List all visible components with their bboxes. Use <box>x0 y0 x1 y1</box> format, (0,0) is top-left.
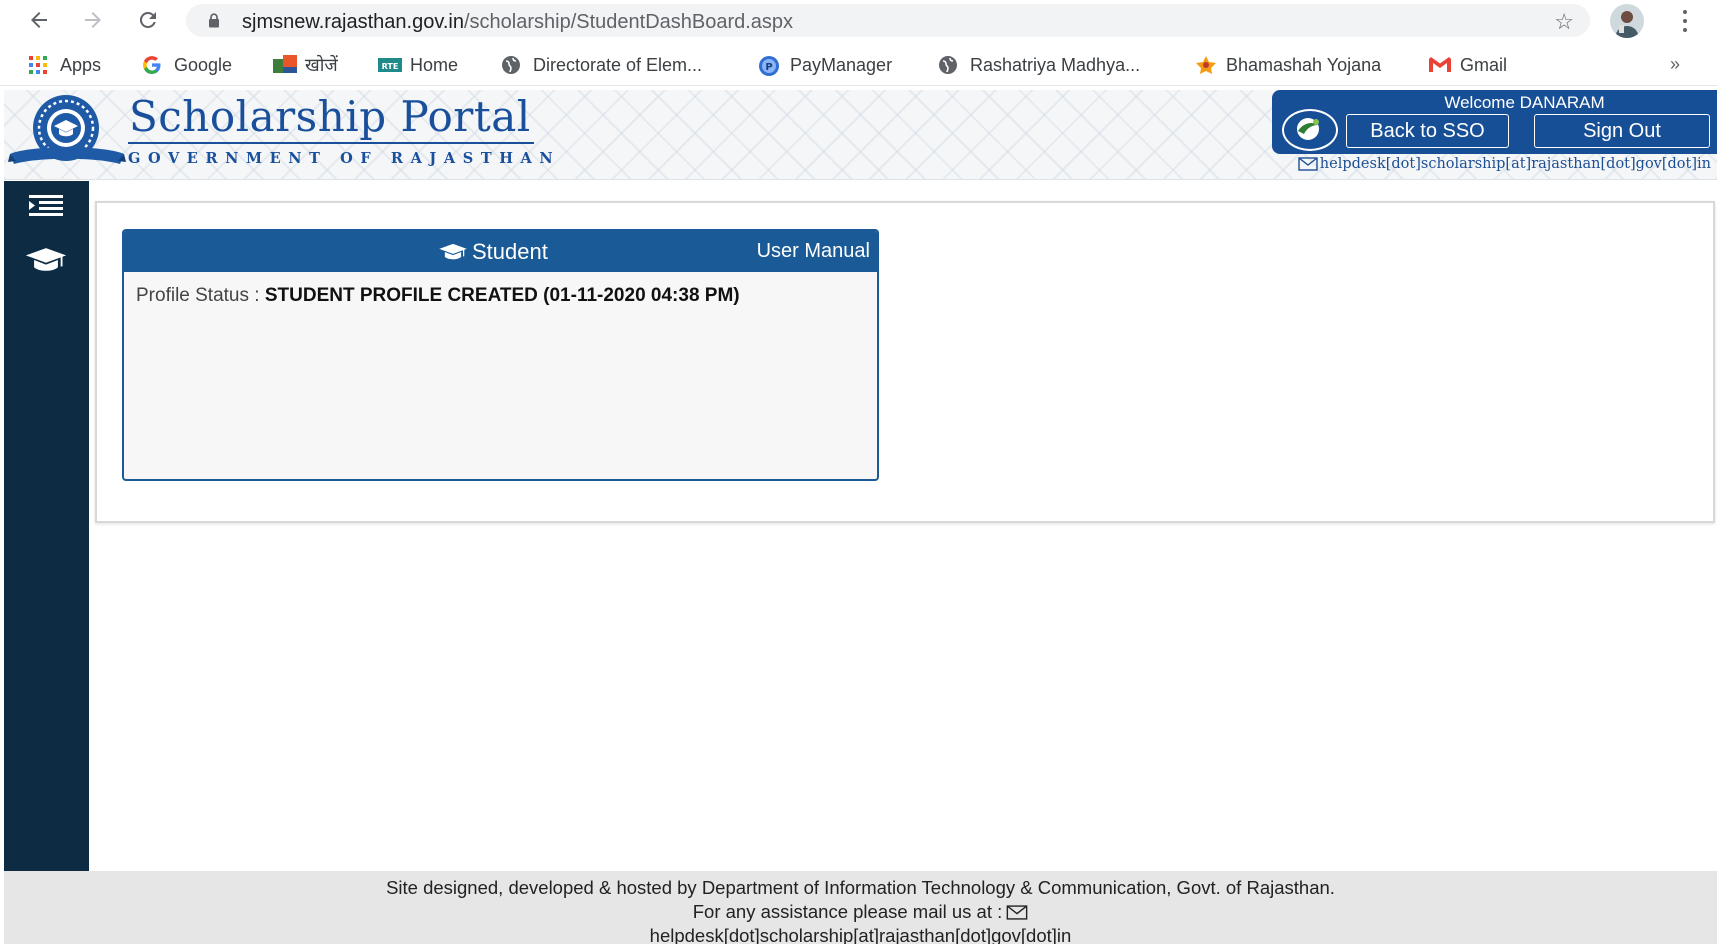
bookmark-khojen[interactable]: खोजें <box>273 53 338 77</box>
bookmark-bhamashah[interactable]: Bhamashah Yojana <box>1194 53 1381 77</box>
svg-text:RTE: RTE <box>382 62 399 71</box>
url-text[interactable]: sjmsnew.rajasthan.gov.in/scholarship/Stu… <box>242 11 793 34</box>
bookmark-label: Rashatriya Madhya... <box>970 54 1141 75</box>
footer-helpdesk-email[interactable]: helpdesk[dot]scholarship[at]rajasthan[do… <box>4 924 1717 944</box>
bookmark-label: Directorate of Elem... <box>533 54 703 75</box>
bookmark-apps[interactable]: Apps <box>28 53 101 77</box>
sidebar <box>4 181 89 871</box>
bookmark-label: Google <box>174 54 233 75</box>
bookmark-label: खोजें <box>305 55 338 75</box>
bookmark-home[interactable]: RTE Home <box>378 53 458 77</box>
profile-status-value: STUDENT PROFILE CREATED (01-11-2020 04:3… <box>264 285 740 306</box>
student-card-title: Student <box>438 239 548 265</box>
google-g-icon <box>142 55 162 75</box>
helpdesk-email-text[interactable]: helpdesk[dot]scholarship[at]rajasthan[do… <box>1320 156 1711 172</box>
rte-icon: RTE <box>378 55 402 75</box>
reload-icon[interactable] <box>133 6 163 34</box>
student-card: Student User Manual Profile Status : STU… <box>122 229 879 481</box>
graduation-cap-icon[interactable] <box>24 245 68 275</box>
address-bar[interactable]: sjmsnew.rajasthan.gov.in/scholarship/Stu… <box>186 4 1590 37</box>
bookmark-rashatriya[interactable]: Rashatriya Madhya... <box>938 53 1140 77</box>
back-arrow-icon[interactable] <box>24 6 54 34</box>
user-panel: Welcome DANARAM Back to SSO Sign Out <box>1272 90 1717 154</box>
bookmarks-overflow-icon[interactable]: » <box>1670 54 1680 75</box>
browser-menu-icon[interactable] <box>1675 8 1695 34</box>
back-to-sso-button[interactable]: Back to SSO <box>1346 114 1509 148</box>
bookmark-star-icon[interactable]: ☆ <box>1554 9 1574 35</box>
forward-arrow-icon[interactable] <box>78 6 108 34</box>
profile-status-label: Profile Status : <box>136 285 265 306</box>
footer-assistance: For any assistance please mail us at : <box>693 900 1029 924</box>
bookmark-directorate[interactable]: Directorate of Elem... <box>501 53 702 77</box>
footer-assistance-text: For any assistance please mail us at : <box>692 901 1003 922</box>
browser-toolbar: sjmsnew.rajasthan.gov.in/scholarship/Stu… <box>0 0 1717 40</box>
profile-status: Profile Status : STUDENT PROFILE CREATED… <box>136 285 740 307</box>
footer-credit: Site designed, developed & hosted by Dep… <box>386 877 1335 898</box>
bookmark-label: PayManager <box>790 54 893 75</box>
welcome-text: Welcome DANARAM <box>1444 93 1605 112</box>
globe-icon <box>938 55 958 75</box>
paymanager-icon: P <box>758 55 779 76</box>
student-card-title-text: Student <box>472 239 548 264</box>
bookmark-gmail[interactable]: Gmail <box>1428 53 1507 77</box>
globe-icon <box>501 55 521 75</box>
bookmark-site-icon <box>273 55 297 75</box>
menu-toggle-icon[interactable] <box>24 193 68 217</box>
svg-text:P: P <box>765 62 772 73</box>
portal-subtitle: GOVERNMENT OF RAJASTHAN <box>128 150 561 167</box>
graduation-cap-icon <box>439 243 467 260</box>
mail-icon <box>1006 904 1028 920</box>
profile-avatar-icon[interactable] <box>1610 4 1644 38</box>
bookmark-label: Home <box>410 54 459 75</box>
portal-title: Scholarship Portal <box>129 92 531 141</box>
portal-header: Scholarship Portal GOVERNMENT OF RAJASTH… <box>4 90 1717 180</box>
apps-grid-icon <box>28 55 48 75</box>
bookmark-google[interactable]: Google <box>142 53 232 77</box>
bookmark-label: Apps <box>60 54 102 75</box>
scholarship-logo[interactable] <box>8 94 126 176</box>
sso-logo-icon[interactable] <box>1282 109 1338 151</box>
gmail-icon <box>1428 55 1451 75</box>
mail-icon <box>1298 157 1318 171</box>
helpdesk-email-link[interactable]: helpdesk[dot]scholarship[at]rajasthan[do… <box>1298 156 1711 172</box>
bhamashah-icon <box>1194 55 1216 75</box>
title-underline <box>128 142 534 144</box>
bookmark-paymanager[interactable]: P PayManager <box>758 53 892 77</box>
footer: Site designed, developed & hosted by Dep… <box>4 871 1717 944</box>
user-manual-link[interactable]: User Manual <box>757 240 870 263</box>
bookmark-label: Bhamashah Yojana <box>1226 54 1382 75</box>
bookmark-label: Gmail <box>1460 54 1508 75</box>
lock-icon[interactable] <box>208 13 220 28</box>
bookmarks-bar: Apps Google खोजें RTE Home Directorate o… <box>0 44 1717 86</box>
student-card-header: Student User Manual <box>124 231 877 272</box>
sign-out-button[interactable]: Sign Out <box>1534 114 1710 148</box>
